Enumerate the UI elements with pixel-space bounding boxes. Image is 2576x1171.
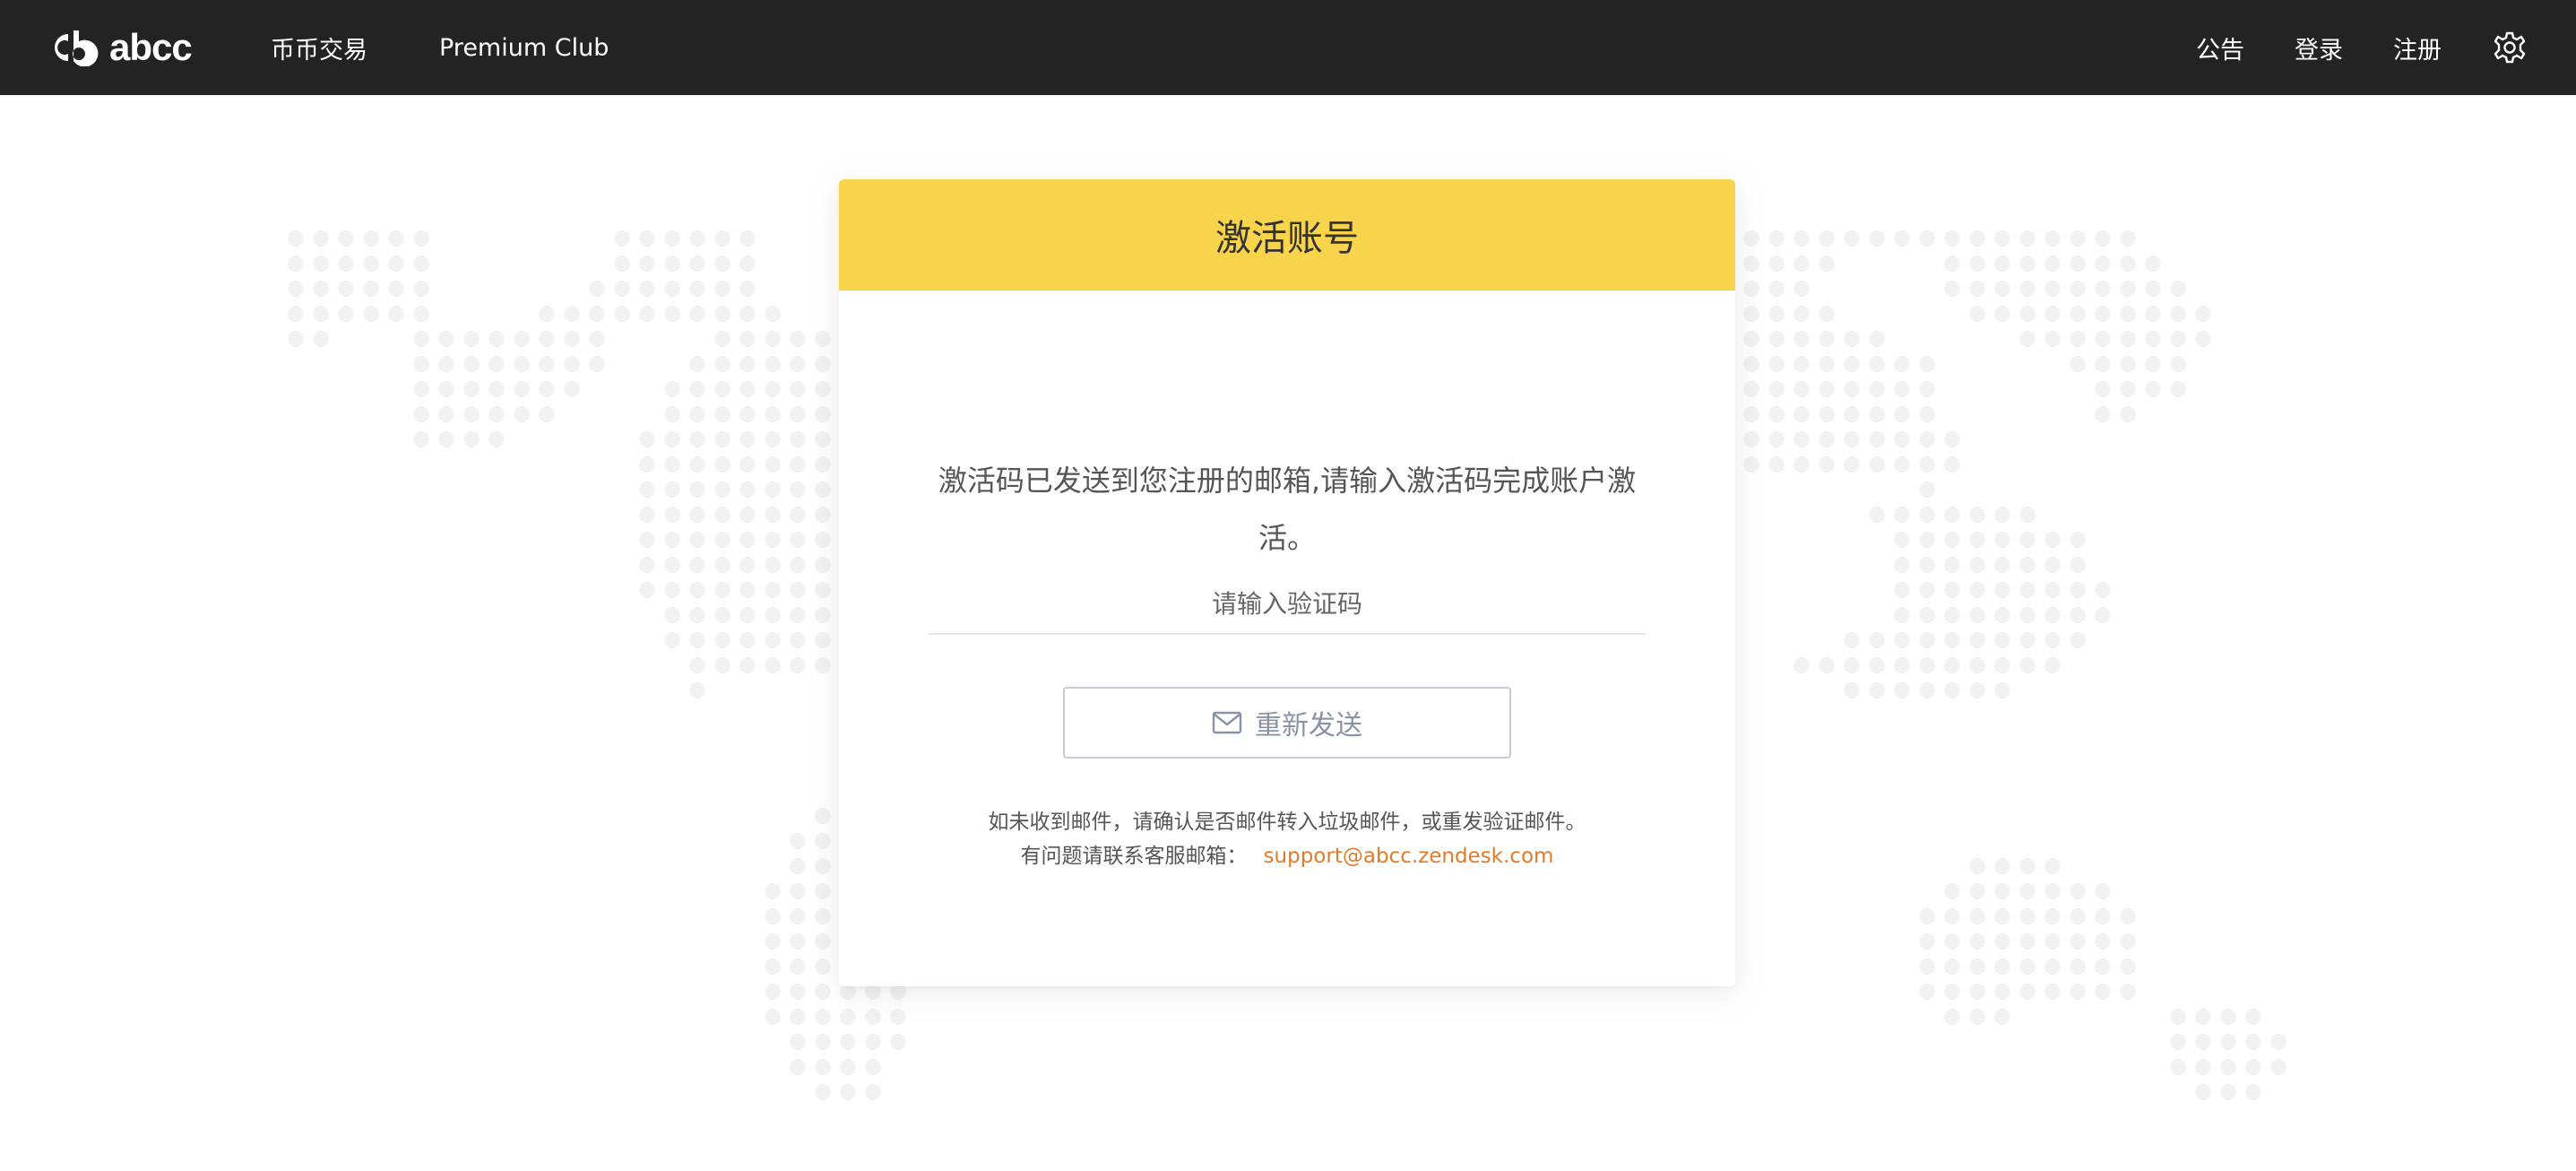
- resend-button[interactable]: 重新发送: [1063, 687, 1511, 759]
- spam-notice: 如未收到邮件，请确认是否邮件转入垃圾邮件，或重发验证邮件。: [988, 811, 1586, 834]
- top-nav-bar: abcc 币币交易 Premium Club 公告 登录 注册: [0, 0, 2576, 95]
- resend-button-label: 重新发送: [1255, 710, 1362, 742]
- support-email-link[interactable]: support@abcc.zendesk.com: [1264, 845, 1554, 868]
- nav-item-spot-trading[interactable]: 币币交易: [271, 30, 367, 65]
- card-title: 激活账号: [1215, 218, 1359, 259]
- nav-item-login[interactable]: 登录: [2295, 30, 2343, 65]
- gear-icon[interactable]: [2492, 30, 2528, 65]
- card-body: 激活码已发送到您注册的邮箱,请输入激活码完成账户激活。 重新发送 如未收到邮件，…: [839, 291, 1735, 986]
- nav-item-register[interactable]: 注册: [2393, 30, 2442, 65]
- support-prefix: 有问题请联系客服邮箱：: [1020, 845, 1248, 868]
- nav-left: 币币交易 Premium Club: [271, 0, 609, 95]
- code-input-wrapper: [929, 574, 1646, 635]
- nav-item-announcements[interactable]: 公告: [2196, 30, 2244, 65]
- card-header: 激活账号: [839, 179, 1735, 291]
- nav-item-premium-club[interactable]: Premium Club: [439, 34, 609, 62]
- brand-logo[interactable]: abcc: [48, 25, 193, 70]
- support-row: 有问题请联系客服邮箱： support@abcc.zendesk.com: [839, 839, 1735, 873]
- abcc-logo-icon: [55, 30, 99, 66]
- activation-description: 激活码已发送到您注册的邮箱,请输入激活码完成账户激活。: [938, 464, 1637, 555]
- nav-right: 公告 登录 注册: [2196, 0, 2528, 95]
- mail-icon: [1212, 711, 1242, 734]
- help-note: 如未收到邮件，请确认是否邮件转入垃圾邮件，或重发验证邮件。 有问题请联系客服邮箱…: [839, 805, 1735, 873]
- verification-code-input[interactable]: [929, 574, 1646, 633]
- activation-card: 激活账号 激活码已发送到您注册的邮箱,请输入激活码完成账户激活。 重新发送 如未…: [839, 179, 1735, 986]
- brand-logo-text: abcc: [109, 26, 193, 68]
